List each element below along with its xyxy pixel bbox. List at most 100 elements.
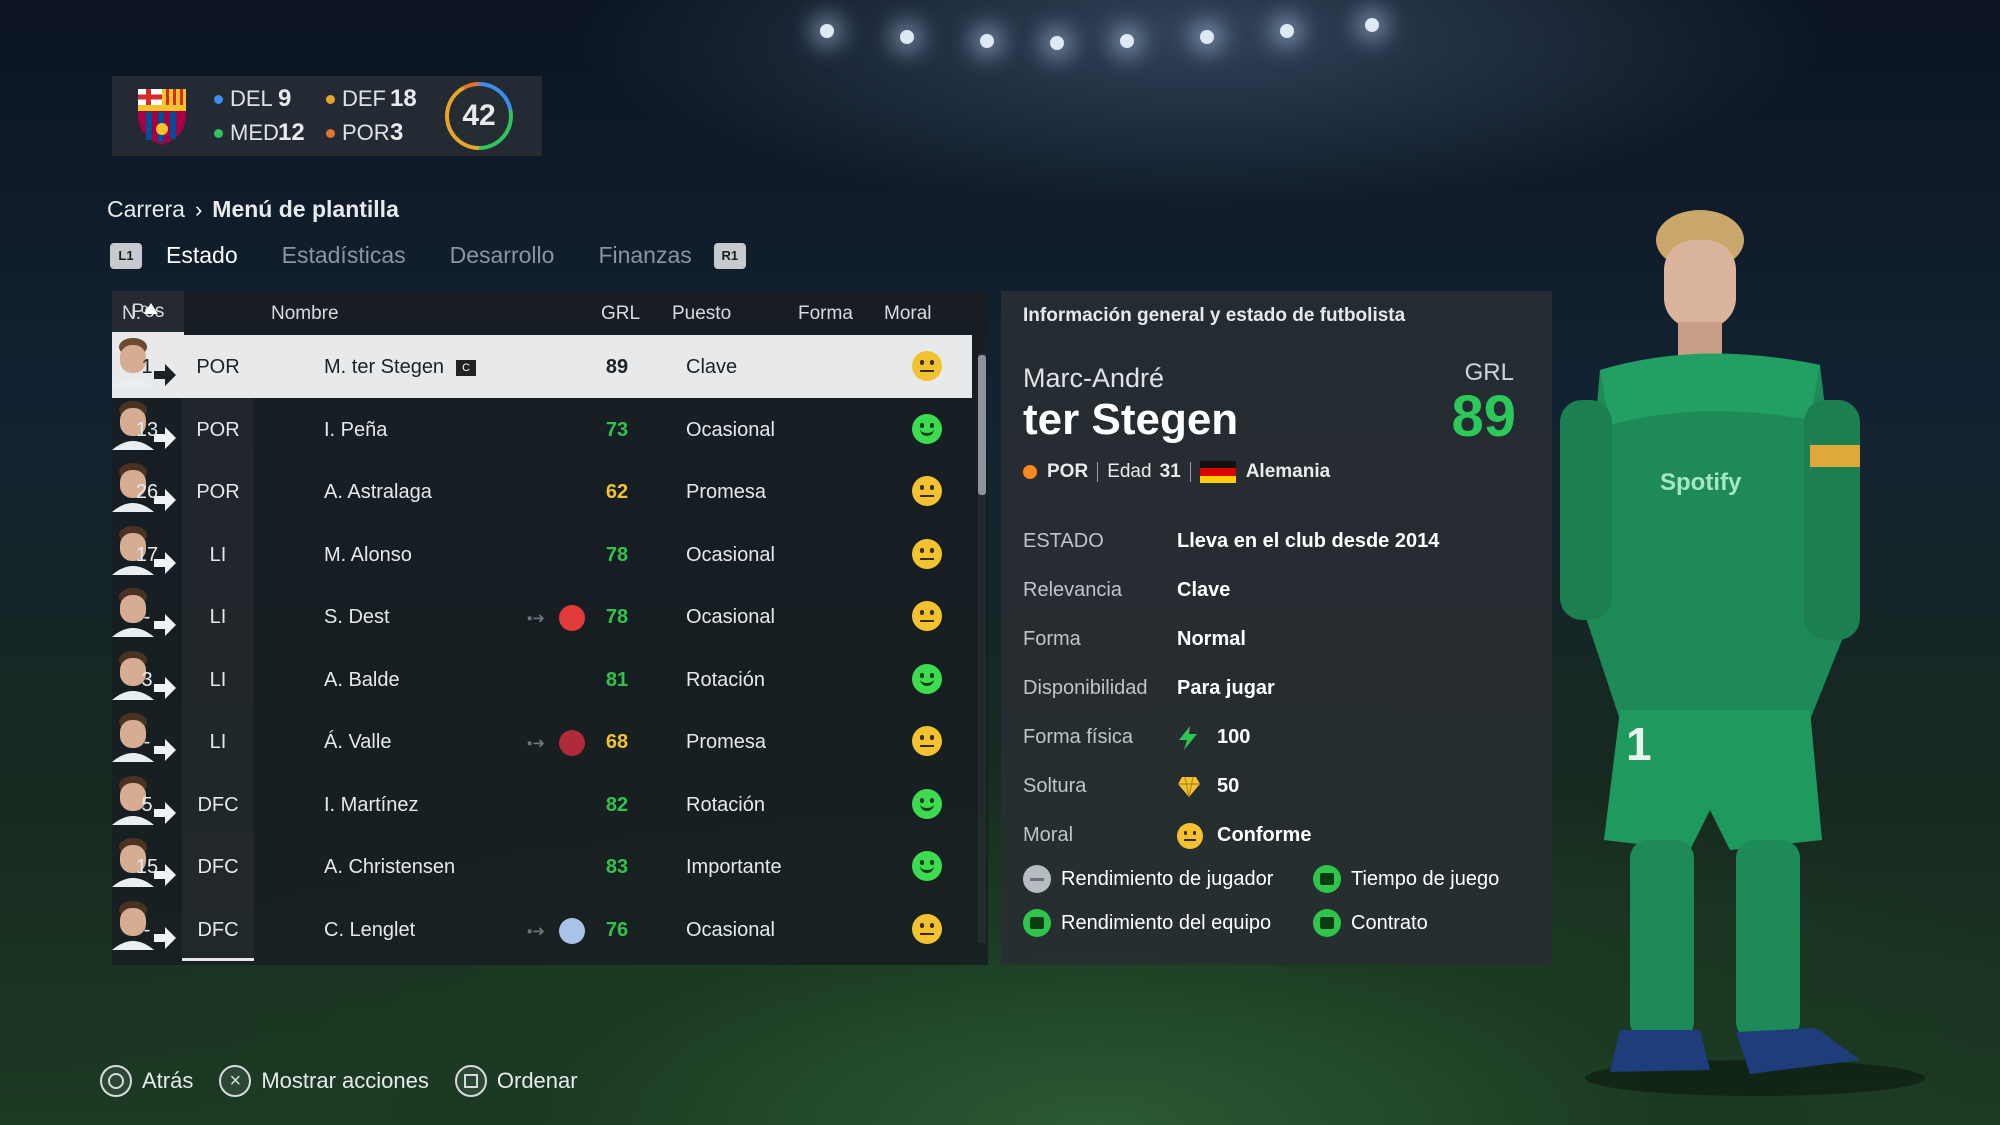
row-position: POR [182, 460, 254, 523]
age-label: Edad [1107, 461, 1152, 482]
factor-label: Rendimiento de jugador [1061, 867, 1274, 890]
footer-actions: Atrás × Mostrar acciones Ordenar [100, 1065, 604, 1097]
stat-value: Conforme [1217, 824, 1312, 846]
player-position: POR [1047, 461, 1089, 482]
stat-value-wrap: 50 [1177, 775, 1239, 798]
table-row[interactable]: 17 LI M. Alonso 78 Ocasional [112, 522, 972, 585]
row-position: POR [196, 356, 240, 378]
tab-desarrollo[interactable]: Desarrollo [450, 242, 555, 269]
circle-button-icon [100, 1065, 132, 1097]
factor-team-performance: Rendimiento del equipo [1023, 909, 1313, 937]
table-row[interactable]: - LI S. Dest ▪➜ 78 Ocasional [112, 585, 972, 648]
row-player-name: C. Lenglet [324, 919, 415, 942]
table-row[interactable]: - LI Á. Valle ▪➜ 68 Promesa [112, 710, 972, 773]
position-dot-icon [1023, 465, 1037, 479]
cross-button-icon: × [219, 1065, 252, 1097]
row-grl: 78 [605, 543, 629, 566]
row-position: LI [182, 647, 254, 710]
row-grl: 62 [605, 481, 629, 503]
player-name-text: I. Martínez [324, 793, 419, 816]
row-grl: 89 [605, 356, 629, 378]
row-number: - [143, 606, 151, 628]
factor-player-performance: Rendimiento de jugador [1023, 865, 1313, 893]
tab-bar: L1 Estado Estadísticas Desarrollo Finanz… [110, 242, 746, 269]
row-number: - [143, 731, 151, 753]
scrollbar-thumb[interactable] [978, 355, 986, 495]
header-grl[interactable]: GRL [601, 303, 640, 325]
row-grl: 82 [605, 793, 629, 816]
divider [1189, 462, 1191, 482]
loan-club-crest-icon [558, 605, 585, 631]
stat-key: Relevancia [1023, 579, 1122, 601]
row-position: LI [182, 710, 254, 773]
stat-value-wrap: Conforme [1177, 822, 1312, 849]
header-form[interactable]: Forma [798, 303, 853, 325]
header-moral[interactable]: Moral [884, 303, 932, 325]
header-name[interactable]: Nombre [271, 303, 339, 325]
sort-button[interactable]: Ordenar [454, 1065, 578, 1097]
back-label: Atrás [142, 1068, 194, 1093]
squad-summary: DEL 9 DEF 18 MED 12 POR 3 42 [112, 76, 542, 156]
row-role: Promesa [686, 731, 767, 753]
stat-value: 100 [1217, 726, 1251, 748]
stat-row: Forma Normal [1023, 615, 1523, 664]
stat-row: Disponibilidad Para jugar [1023, 664, 1523, 713]
table-row[interactable]: 15 DFC A. Christensen 83 Importante [112, 835, 972, 898]
captain-badge: C [456, 360, 477, 376]
back-button[interactable]: Atrás [100, 1065, 193, 1097]
row-position: DFC [182, 897, 254, 960]
table-row[interactable]: 1 POR M. ter Stegen C 89 Clave [112, 335, 972, 398]
stat-key: Disponibilidad [1023, 677, 1148, 699]
show-actions-label: Mostrar acciones [261, 1068, 429, 1093]
table-row[interactable]: 5 DFC I. Martínez 82 Rotación [112, 772, 972, 835]
show-actions-button[interactable]: × Mostrar acciones [219, 1065, 429, 1097]
row-player-name: M. ter Stegen C [324, 356, 477, 379]
l1-button-icon[interactable]: L1 [110, 242, 142, 269]
table-row[interactable]: 3 LI A. Balde 81 Rotación [112, 647, 972, 710]
tab-finanzas[interactable]: Finanzas [598, 242, 691, 269]
neutral-indicator-icon [1023, 865, 1051, 893]
happy-face-icon [912, 851, 942, 881]
sort-label: Ordenar [496, 1068, 578, 1093]
player-name-text: M. Alonso [324, 543, 412, 566]
row-position: LI [182, 585, 254, 648]
stat-value: Para jugar [1177, 677, 1275, 699]
table-row[interactable]: 13 POR I. Peña 73 Ocasional [112, 397, 972, 460]
header-role[interactable]: Puesto [672, 303, 731, 325]
row-grl: 78 [605, 606, 629, 628]
r1-button-icon[interactable]: R1 [713, 242, 746, 269]
row-role: Ocasional [686, 418, 775, 441]
row-number: 15 [135, 856, 159, 878]
player-name-text: A. Astralaga [324, 481, 432, 503]
neutral-face-icon [912, 913, 942, 944]
row-player-name: I. Martínez [324, 794, 418, 817]
factor-label: Rendimiento del equipo [1061, 911, 1272, 934]
thumbs-up-icon [1313, 865, 1341, 893]
count-value: 9 [278, 85, 292, 112]
stat-value: Clave [1177, 579, 1231, 601]
breadcrumb: Carrera › Menú de plantilla [107, 196, 399, 223]
breadcrumb-parent[interactable]: Carrera [107, 196, 185, 223]
player-name-text: Á. Valle [324, 731, 392, 753]
loan-arrow-icon: ▪➜ [527, 610, 545, 627]
neutral-face-icon [1177, 822, 1203, 849]
table-row[interactable]: - DFC C. Lenglet ▪➜ 76 Ocasional [112, 897, 972, 960]
bolt-icon [1179, 725, 1197, 750]
tab-estadisticas[interactable]: Estadísticas [282, 242, 406, 269]
stat-key: ESTADO [1023, 530, 1104, 552]
row-number: 13 [135, 418, 159, 441]
count-def: DEF 18 [326, 85, 438, 113]
tab-estado[interactable]: Estado [166, 242, 238, 269]
chevron-right-icon: › [194, 196, 203, 222]
germany-flag-icon [1199, 461, 1236, 483]
table-row[interactable]: 26 POR A. Astralaga 62 Promesa [112, 460, 972, 523]
morale-factors: Rendimiento de jugador Tiempo de juego R… [1023, 865, 1533, 937]
row-number: - [143, 918, 151, 941]
stat-key: Forma [1023, 628, 1081, 650]
factor-label: Tiempo de juego [1351, 867, 1500, 890]
count-label: DEL [230, 86, 273, 111]
stat-row: Soltura 50 [1023, 762, 1523, 811]
neutral-face-icon [912, 601, 942, 631]
factor-contract: Contrato [1313, 909, 1533, 937]
player-name-text: S. Dest [324, 606, 390, 628]
